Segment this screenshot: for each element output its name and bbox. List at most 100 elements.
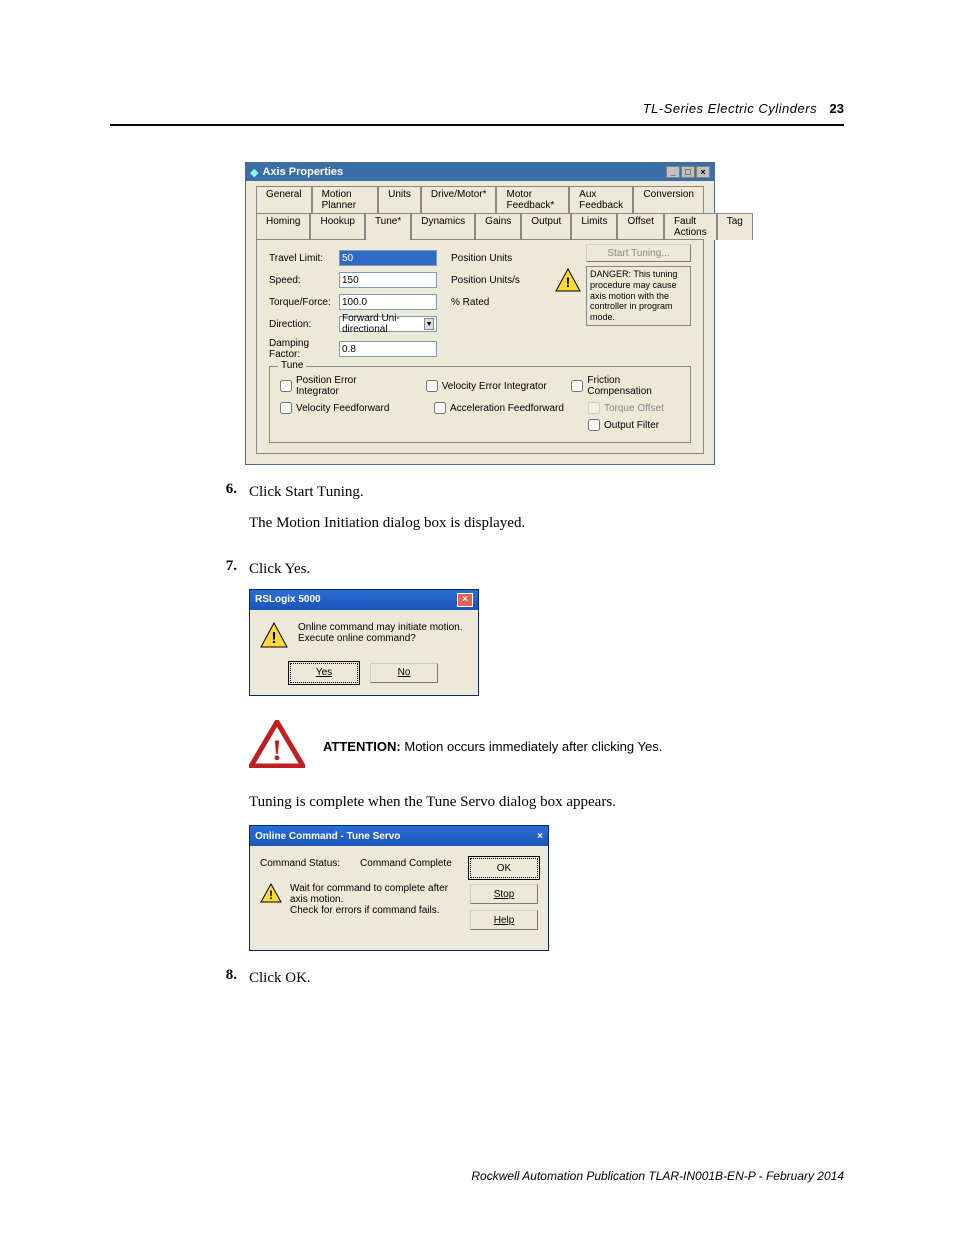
- tab-units[interactable]: Units: [378, 186, 421, 213]
- to-label: Torque Offset: [604, 403, 664, 414]
- step-7-title: Click Yes.: [249, 558, 844, 581]
- help-button[interactable]: Help: [470, 910, 538, 930]
- velocity-feedforward-checkbox[interactable]: [280, 402, 292, 414]
- speed-input[interactable]: 150: [339, 272, 437, 288]
- yes-button[interactable]: Yes: [290, 663, 358, 683]
- velocity-error-integrator-checkbox[interactable]: [426, 380, 438, 392]
- command-status-value: Command Complete: [360, 858, 452, 869]
- tab-tag[interactable]: Tag: [717, 213, 753, 240]
- tab-general[interactable]: General: [256, 186, 312, 213]
- tab-fault-actions[interactable]: Fault Actions: [664, 213, 717, 240]
- step-6-body: The Motion Initiation dialog box is disp…: [249, 512, 844, 535]
- rslogix-titlebar: RSLogix 5000 ×: [250, 590, 478, 610]
- tab-conversion[interactable]: Conversion: [633, 186, 704, 213]
- fc-label: Friction Compensation: [587, 375, 680, 397]
- step-6-number: 6.: [217, 481, 237, 542]
- damping-input[interactable]: 0.8: [339, 341, 437, 357]
- tab-dynamics[interactable]: Dynamics: [411, 213, 475, 240]
- tab-offset[interactable]: Offset: [617, 213, 664, 240]
- svg-text:!: !: [566, 274, 571, 290]
- tune-servo-dialog: Online Command - Tune Servo × Command St…: [249, 825, 549, 951]
- attention-icon: !: [249, 720, 305, 773]
- step-8-title: Click OK.: [249, 967, 844, 990]
- no-button[interactable]: No: [370, 663, 438, 683]
- page-header: TL-Series Electric Cylinders 23: [110, 100, 844, 126]
- torque-offset-checkbox: [588, 402, 600, 414]
- damping-label: Damping Factor:: [269, 338, 339, 360]
- svg-text:!: !: [269, 888, 273, 902]
- rslogix-msg1: Online command may initiate motion.: [298, 622, 463, 633]
- step-6-title: Click Start Tuning.: [249, 481, 844, 504]
- ok-button[interactable]: OK: [470, 858, 538, 878]
- step-8-number: 8.: [217, 967, 237, 998]
- torque-input[interactable]: 100.0: [339, 294, 437, 310]
- acceleration-feedforward-checkbox[interactable]: [434, 402, 446, 414]
- travel-limit-unit: Position Units: [451, 253, 512, 264]
- tuneservo-note2: Check for errors if command fails.: [290, 905, 458, 916]
- rslogix-msg2: Execute online command?: [298, 633, 463, 644]
- direction-label: Direction:: [269, 319, 339, 330]
- attention-callout: ! ATTENTION: Motion occurs immediately a…: [249, 720, 844, 773]
- tab-drive-motor[interactable]: Drive/Motor*: [421, 186, 497, 213]
- torque-label: Torque/Force:: [269, 297, 339, 308]
- torque-unit: % Rated: [451, 297, 489, 308]
- tuneservo-close-button[interactable]: ×: [537, 831, 543, 842]
- maximize-button[interactable]: □: [681, 166, 695, 178]
- travel-limit-input[interactable]: 50: [339, 250, 437, 266]
- tune-panel: Travel Limit: 50 Position Units Speed: 1…: [256, 239, 704, 454]
- tab-gains[interactable]: Gains: [475, 213, 521, 240]
- tune-legend: Tune: [278, 360, 306, 371]
- rslogix-close-button[interactable]: ×: [457, 593, 473, 607]
- axis-titlebar: ◆ Axis Properties _ □ ×: [246, 163, 714, 181]
- chevron-down-icon: ▼: [424, 318, 434, 330]
- tuneservo-titlebar: Online Command - Tune Servo ×: [250, 826, 548, 846]
- warning-icon: !: [260, 622, 288, 651]
- position-error-integrator-checkbox[interactable]: [280, 380, 292, 392]
- close-button[interactable]: ×: [696, 166, 710, 178]
- rslogix-title: RSLogix 5000: [255, 594, 321, 605]
- start-tuning-button[interactable]: Start Tuning...: [586, 244, 691, 262]
- tab-motor-feedback[interactable]: Motor Feedback*: [496, 186, 569, 213]
- tab-row-1: General Motion Planner Units Drive/Motor…: [246, 181, 714, 212]
- tab-limits[interactable]: Limits: [571, 213, 617, 240]
- friction-compensation-checkbox[interactable]: [571, 380, 583, 392]
- aff-label: Acceleration Feedforward: [450, 403, 564, 414]
- of-label: Output Filter: [604, 420, 659, 431]
- vff-label: Velocity Feedforward: [296, 403, 389, 414]
- tab-output[interactable]: Output: [521, 213, 571, 240]
- header-page-number: 23: [830, 101, 844, 116]
- warning-icon: !: [260, 883, 282, 906]
- output-filter-checkbox[interactable]: [588, 419, 600, 431]
- attention-label: ATTENTION:: [323, 739, 401, 754]
- danger-text: DANGER: This tuning procedure may cause …: [586, 266, 691, 326]
- minimize-button[interactable]: _: [666, 166, 680, 178]
- attention-text: Motion occurs immediately after clicking…: [401, 739, 663, 754]
- tab-homing[interactable]: Homing: [256, 213, 310, 240]
- tab-row-2: Homing Hookup Tune* Dynamics Gains Outpu…: [246, 212, 714, 239]
- tab-motion-planner[interactable]: Motion Planner: [312, 186, 379, 213]
- tab-hookup[interactable]: Hookup: [310, 213, 364, 240]
- header-title: TL-Series Electric Cylinders: [643, 101, 817, 116]
- tune-complete-text: Tuning is complete when the Tune Servo d…: [249, 791, 844, 814]
- pei-label: Position Error Integrator: [296, 375, 402, 397]
- svg-text:!: !: [271, 630, 276, 647]
- tuneservo-title: Online Command - Tune Servo: [255, 831, 400, 842]
- axis-titlebar-icon: ◆: [250, 166, 258, 179]
- tab-tune[interactable]: Tune*: [365, 213, 411, 240]
- tune-fieldset: Tune Position Error Integrator Velocity …: [269, 366, 691, 443]
- warning-icon: !: [555, 268, 581, 295]
- tab-aux-feedback[interactable]: Aux Feedback: [569, 186, 633, 213]
- rslogix-dialog: RSLogix 5000 × ! Online command may init…: [249, 589, 479, 696]
- svg-text:!: !: [272, 734, 282, 767]
- page-footer: Rockwell Automation Publication TLAR-IN0…: [471, 1169, 844, 1183]
- command-status-label: Command Status:: [260, 858, 340, 869]
- stop-button[interactable]: Stop: [470, 884, 538, 904]
- vei-label: Velocity Error Integrator: [442, 381, 547, 392]
- speed-unit: Position Units/s: [451, 275, 520, 286]
- speed-label: Speed:: [269, 275, 339, 286]
- tuneservo-note1: Wait for command to complete after axis …: [290, 883, 458, 905]
- direction-select[interactable]: Forward Uni-directional ▼: [339, 316, 437, 332]
- axis-title: Axis Properties: [262, 166, 343, 178]
- header-rule: [110, 124, 844, 126]
- step-7-number: 7.: [217, 558, 237, 951]
